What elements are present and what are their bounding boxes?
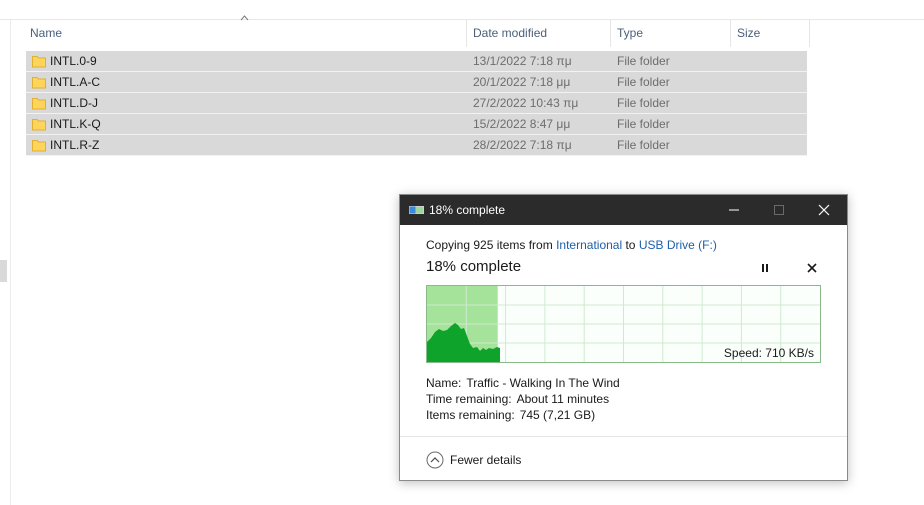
copy-prefix: Copying 925 items from <box>426 238 553 252</box>
file-row[interactable]: INTL.A-C 20/1/2022 7:18 μμ File folder <box>26 72 807 93</box>
file-list: INTL.0-9 13/1/2022 7:18 πμ File folder I… <box>26 51 807 156</box>
cancel-icon[interactable] <box>805 261 819 275</box>
column-header-name[interactable]: Name <box>24 20 467 47</box>
source-link[interactable]: International <box>556 238 622 252</box>
dialog-title: 18% complete <box>429 203 506 217</box>
column-header-type[interactable]: Type <box>611 20 731 47</box>
folder-icon <box>32 119 46 131</box>
destination-link[interactable]: USB Drive (F:) <box>639 238 717 252</box>
minimize-button[interactable] <box>711 195 757 225</box>
file-name: INTL.0-9 <box>50 54 97 68</box>
folder-icon <box>32 140 46 152</box>
file-name: INTL.A-C <box>50 75 101 89</box>
progress-status: 18% complete <box>426 258 522 275</box>
close-icon <box>818 204 830 216</box>
file-name: INTL.K-Q <box>50 117 101 131</box>
detail-time-remaining: Time remaining: About 11 minutes <box>426 391 620 407</box>
detail-name-key: Name: <box>426 376 462 390</box>
file-row[interactable]: INTL.R-Z 28/2/2022 7:18 πμ File folder <box>26 135 807 156</box>
file-row[interactable]: INTL.D-J 27/2/2022 10:43 πμ File folder <box>26 93 807 114</box>
transfer-speed: Speed: 710 KB/s <box>723 346 814 360</box>
file-name: INTL.R-Z <box>50 138 100 152</box>
copy-transfer-icon <box>409 206 424 214</box>
detail-items-value: 745 (7,21 GB) <box>519 408 596 422</box>
file-row[interactable]: INTL.K-Q 15/2/2022 8:47 μμ File folder <box>26 114 807 135</box>
file-date-modified: 27/2/2022 10:43 πμ <box>473 96 579 110</box>
close-button[interactable] <box>801 195 847 225</box>
file-type: File folder <box>617 54 670 68</box>
copy-progress-dialog: 18% complete Copying 925 items from Inte… <box>399 194 848 481</box>
column-header-date-modified[interactable]: Date modified <box>467 20 611 47</box>
column-header-size[interactable]: Size <box>731 20 810 47</box>
detail-name-value: Traffic - Walking In The Wind <box>466 376 620 390</box>
detail-time-key: Time remaining: <box>426 392 512 406</box>
navigation-pane-scrollbar[interactable] <box>0 260 7 282</box>
file-date-modified: 28/2/2022 7:18 πμ <box>473 138 572 152</box>
detail-time-value: About 11 minutes <box>516 392 610 406</box>
detail-items-remaining: Items remaining: 745 (7,21 GB) <box>426 407 620 423</box>
fewer-details-button[interactable]: Fewer details <box>426 450 521 470</box>
file-type: File folder <box>617 138 670 152</box>
file-type: File folder <box>617 96 670 110</box>
file-name: INTL.D-J <box>50 96 98 110</box>
maximize-button[interactable] <box>756 195 802 225</box>
minimize-icon <box>729 209 739 211</box>
copy-summary: Copying 925 items from International to … <box>426 238 717 252</box>
folder-icon <box>32 56 46 68</box>
pause-icon[interactable] <box>758 261 772 275</box>
dialog-titlebar[interactable]: 18% complete <box>400 195 847 225</box>
footer-divider <box>400 436 847 437</box>
to-word: to <box>625 238 636 252</box>
file-row[interactable]: INTL.0-9 13/1/2022 7:18 πμ File folder <box>26 51 807 72</box>
folder-icon <box>32 77 46 89</box>
file-type: File folder <box>617 75 670 89</box>
detail-items-key: Items remaining: <box>426 408 515 422</box>
folder-icon <box>32 98 46 110</box>
file-type: File folder <box>617 117 670 131</box>
detail-name: Name: Traffic - Walking In The Wind <box>426 375 620 391</box>
transfer-details: Name: Traffic - Walking In The Wind Time … <box>426 375 620 423</box>
file-date-modified: 20/1/2022 7:18 μμ <box>473 75 571 89</box>
fewer-details-label: Fewer details <box>450 453 522 467</box>
navigation-pane-edge <box>10 20 11 505</box>
file-date-modified: 13/1/2022 7:18 πμ <box>473 54 572 68</box>
column-header-row: Name Date modified Type Size <box>24 20 810 47</box>
chevron-up-circle-icon <box>426 451 444 469</box>
transfer-speed-graph: Speed: 710 KB/s <box>426 285 821 363</box>
maximize-icon <box>774 205 784 215</box>
file-date-modified: 15/2/2022 8:47 μμ <box>473 117 571 131</box>
